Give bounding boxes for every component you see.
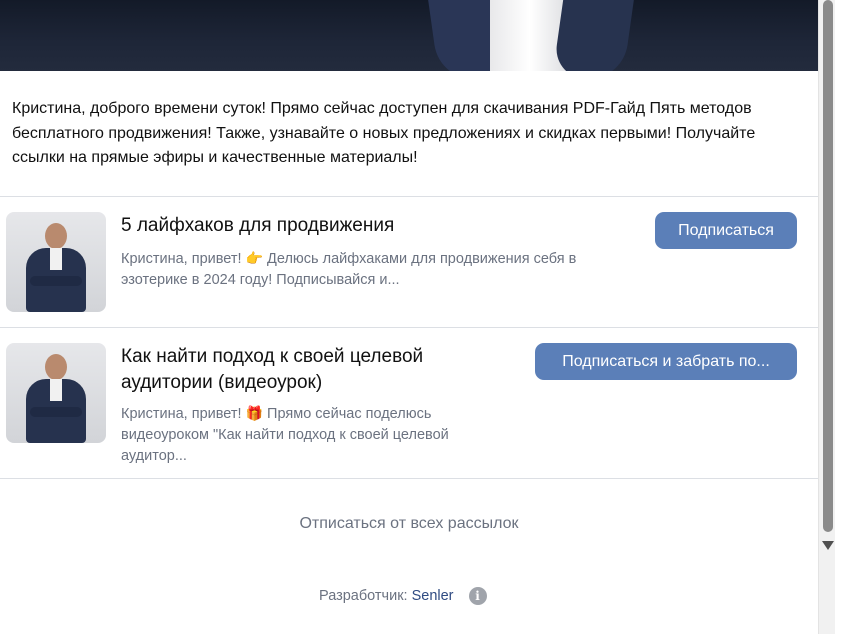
header-banner-image [0, 0, 818, 71]
intro-text: Кристина, доброго времени суток! Прямо с… [12, 100, 756, 166]
developer-label: Разработчик: [319, 588, 408, 604]
subscription-page: Кристина, доброго времени суток! Прямо с… [0, 0, 818, 634]
item-title: Как найти подход к своей целевой аудитор… [121, 346, 424, 393]
developer-link[interactable]: Senler [412, 588, 454, 604]
banner-figure-right [552, 0, 638, 71]
subscribe-and-get-button[interactable]: Подписаться и забрать по... [535, 343, 797, 380]
scrollbar-thumb[interactable] [823, 0, 833, 532]
item-description-greeting: Кристина, привет! [121, 251, 242, 267]
divider [0, 478, 818, 479]
scroll-down-arrow-icon[interactable] [822, 541, 834, 550]
window-edge [835, 0, 842, 634]
unsubscribe-all-link[interactable]: Отписаться от всех рассылок [0, 515, 818, 533]
footer: Разработчик: Senler i [319, 587, 487, 605]
item-thumbnail [6, 343, 106, 443]
gift-icon: 🎁 [245, 405, 264, 421]
subscription-item: 5 лайфхаков для продвижения Кристина, пр… [0, 197, 818, 327]
subscription-item: Как найти подход к своей целевой аудитор… [0, 328, 818, 478]
pointing-hand-icon: 👉 [245, 250, 264, 266]
item-description: Кристина, привет! 👉 Делюсь лайфхаками дл… [121, 248, 621, 291]
item-thumbnail [6, 212, 106, 312]
item-title: 5 лайфхаков для продвижения [121, 215, 395, 236]
subscribe-button[interactable]: Подписаться [655, 212, 797, 249]
item-description: Кристина, привет! 🎁 Прямо сейчас поделюс… [121, 403, 511, 467]
info-icon[interactable]: i [468, 587, 487, 605]
item-description-greeting: Кристина, привет! [121, 406, 242, 422]
